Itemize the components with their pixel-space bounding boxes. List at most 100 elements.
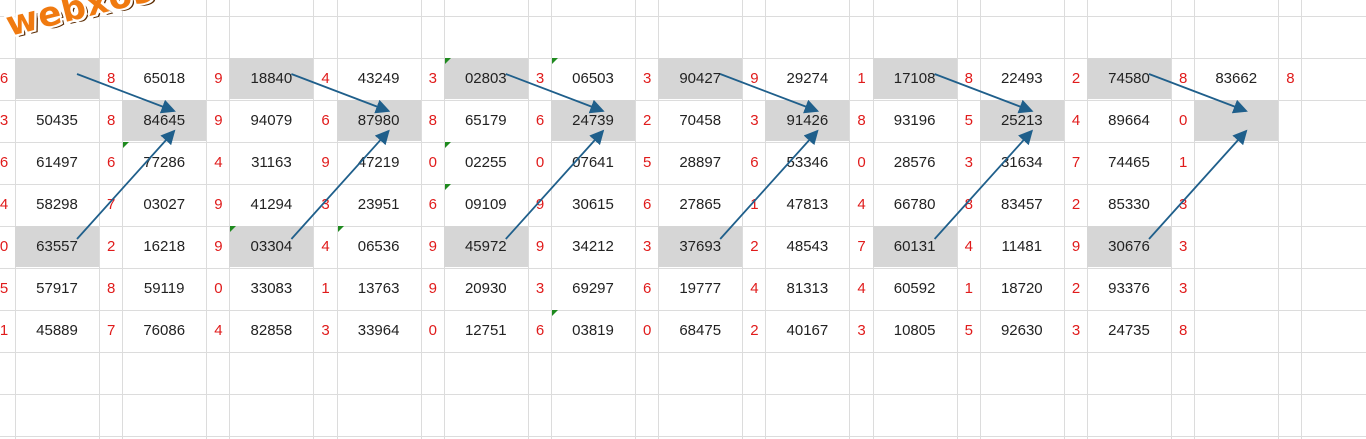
digit-cell[interactable]: 3 [422, 58, 444, 99]
number-cell[interactable]: 66780 [873, 184, 957, 225]
digit-cell[interactable]: 2 [1065, 184, 1087, 225]
digit-cell[interactable]: 0 [422, 142, 444, 183]
number-cell[interactable] [1194, 184, 1278, 225]
digit-cell[interactable]: 9 [315, 142, 337, 183]
number-cell[interactable]: 74580 [1087, 58, 1171, 99]
number-cell[interactable]: 84645 [122, 100, 207, 141]
digit-cell[interactable]: 3 [0, 100, 15, 141]
digit-cell[interactable]: 3 [636, 226, 658, 267]
number-cell[interactable]: 07641 [551, 142, 635, 183]
digit-cell[interactable]: 2 [100, 226, 122, 267]
number-cell[interactable]: 24739 [551, 100, 635, 141]
number-cell[interactable]: 81313 [765, 268, 849, 309]
number-cell[interactable]: 90427 [658, 58, 743, 99]
number-cell[interactable]: 23951 [337, 184, 421, 225]
digit-cell[interactable]: 4 [958, 226, 980, 267]
digit-cell[interactable] [1279, 268, 1301, 309]
digit-cell[interactable]: 2 [743, 310, 765, 351]
digit-cell[interactable]: 8 [1172, 310, 1194, 351]
number-cell[interactable]: 06503 [551, 58, 635, 99]
digit-cell[interactable]: 0 [1172, 100, 1194, 141]
digit-cell[interactable]: 8 [958, 184, 980, 225]
number-cell[interactable]: 37693 [658, 226, 743, 267]
digit-cell[interactable]: 4 [851, 268, 873, 309]
number-cell[interactable]: 59119 [122, 268, 206, 309]
digit-cell[interactable]: 6 [315, 100, 337, 141]
digit-cell[interactable]: 3 [1172, 268, 1194, 309]
number-cell[interactable]: 65018 [122, 58, 206, 99]
digit-cell[interactable] [1279, 226, 1301, 267]
digit-cell[interactable]: 8 [1279, 58, 1301, 99]
number-cell[interactable]: 25213 [979, 100, 1064, 141]
digit-cell[interactable]: 1 [851, 58, 873, 99]
number-cell[interactable]: 34212 [551, 226, 635, 267]
number-cell[interactable]: 91426 [765, 100, 850, 141]
number-cell[interactable]: 94079 [229, 100, 313, 141]
number-cell[interactable]: 60131 [872, 226, 957, 267]
digit-cell[interactable]: 6 [636, 268, 658, 309]
digit-cell[interactable]: 3 [1172, 226, 1194, 267]
digit-cell[interactable]: 5 [636, 142, 658, 183]
number-cell[interactable]: 48543 [765, 226, 849, 267]
digit-cell[interactable]: 6 [0, 142, 15, 183]
digit-cell[interactable]: 9 [529, 226, 551, 267]
number-cell[interactable]: 47813 [765, 184, 849, 225]
digit-cell[interactable]: 8 [100, 268, 122, 309]
number-cell[interactable]: 28576 [873, 142, 957, 183]
digit-cell[interactable]: 9 [529, 184, 551, 225]
number-cell[interactable]: 70458 [658, 100, 742, 141]
digit-cell[interactable]: 8 [1172, 58, 1194, 99]
digit-cell[interactable]: 2 [636, 100, 658, 141]
digit-cell[interactable]: 4 [207, 310, 229, 351]
digit-cell[interactable]: 5 [0, 268, 15, 309]
digit-cell[interactable]: 9 [207, 58, 229, 99]
number-cell[interactable]: 31634 [980, 142, 1064, 183]
digit-cell[interactable]: 0 [636, 310, 658, 351]
number-cell[interactable]: 83457 [980, 184, 1064, 225]
digit-cell[interactable]: 6 [422, 184, 444, 225]
number-cell[interactable]: 93196 [873, 100, 957, 141]
digit-cell[interactable]: 0 [851, 142, 873, 183]
digit-cell[interactable] [1279, 184, 1301, 225]
digit-cell[interactable]: 9 [422, 268, 444, 309]
number-cell[interactable]: 65179 [444, 100, 528, 141]
digit-cell[interactable]: 9 [207, 226, 229, 267]
digit-cell[interactable]: 9 [207, 100, 229, 141]
number-cell[interactable]: 77286 [122, 142, 206, 183]
number-cell[interactable]: 85330 [1087, 184, 1171, 225]
digit-cell[interactable]: 6 [100, 142, 122, 183]
digit-cell[interactable]: 3 [529, 268, 551, 309]
digit-cell[interactable]: 5 [958, 310, 980, 351]
number-cell[interactable]: 45889 [15, 310, 99, 351]
digit-cell[interactable]: 4 [1065, 100, 1087, 141]
number-cell[interactable]: 33083 [229, 268, 313, 309]
digit-cell[interactable]: 4 [743, 268, 765, 309]
number-cell[interactable]: 47219 [337, 142, 421, 183]
digit-cell[interactable]: 1 [315, 268, 337, 309]
digit-cell[interactable]: 5 [958, 100, 980, 141]
digit-cell[interactable] [1279, 310, 1301, 351]
digit-cell[interactable]: 3 [851, 310, 873, 351]
number-cell[interactable]: 68475 [658, 310, 742, 351]
number-cell[interactable]: 11481 [980, 226, 1064, 267]
number-cell[interactable] [1194, 142, 1278, 183]
number-cell[interactable]: 58298 [15, 184, 99, 225]
number-cell[interactable]: 53346 [765, 142, 849, 183]
number-cell[interactable]: 61497 [15, 142, 99, 183]
number-cell[interactable] [15, 58, 99, 99]
digit-cell[interactable]: 4 [315, 226, 337, 267]
number-cell[interactable]: 03027 [122, 184, 206, 225]
digit-cell[interactable]: 1 [1172, 142, 1194, 183]
digit-cell[interactable]: 0 [529, 142, 551, 183]
digit-cell[interactable]: 0 [422, 310, 444, 351]
digit-cell[interactable]: 3 [1172, 184, 1194, 225]
number-cell[interactable] [1194, 268, 1278, 309]
number-cell[interactable]: 18720 [980, 268, 1064, 309]
number-cell[interactable] [1194, 100, 1279, 141]
number-cell[interactable]: 13763 [337, 268, 421, 309]
number-cell[interactable]: 16218 [122, 226, 206, 267]
digit-cell[interactable]: 2 [1065, 268, 1087, 309]
digit-cell[interactable]: 9 [422, 226, 444, 267]
digit-cell[interactable]: 7 [100, 184, 122, 225]
number-cell[interactable]: 22493 [980, 58, 1064, 99]
